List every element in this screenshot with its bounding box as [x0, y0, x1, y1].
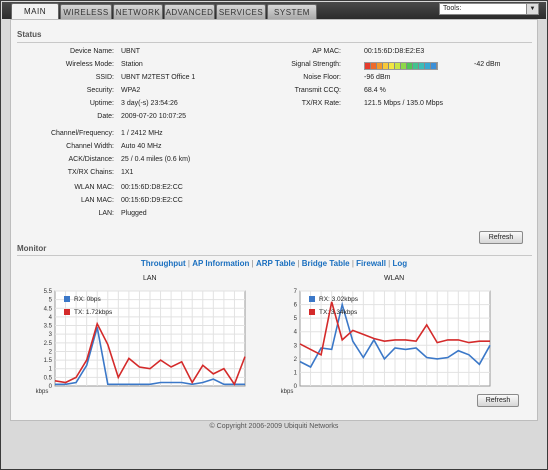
left-value: 00:15:6D:D8:E2:CC [121, 184, 183, 191]
legend-swatch [309, 309, 315, 315]
chevron-down-icon: ▼ [526, 4, 538, 14]
y-tick-label: 0 [294, 384, 298, 390]
y-tick-label: 0 [49, 384, 53, 390]
left-label: Wireless Mode: [65, 61, 114, 68]
y-tick-label: 3 [294, 343, 298, 349]
y-tick-label: 7 [294, 289, 298, 295]
tab-system[interactable]: SYSTEM [267, 4, 317, 19]
left-value: WPA2 [121, 87, 141, 94]
left-value: 1 / 2412 MHz [121, 130, 163, 137]
left-label: Security: [86, 87, 114, 94]
left-value: Plugged [121, 210, 147, 217]
left-label: Uptime: [89, 100, 114, 107]
top-nav-bar: MAIN WIRELESS NETWORK ADVANCED SERVICES … [2, 2, 546, 20]
y-tick-label: 6 [294, 303, 298, 309]
wlan-chart-title: WLAN [384, 275, 405, 282]
left-label: Channel/Frequency: [50, 130, 114, 137]
right-label: Noise Floor: [303, 74, 341, 81]
tab-network[interactable]: NETWORK [113, 4, 163, 19]
legend-label: TX: 3.34kbps [319, 309, 358, 316]
link-firewall[interactable]: Firewall [356, 259, 386, 268]
tab-wireless[interactable]: WIRELESS [60, 4, 112, 19]
y-tick-label: 0.5 [44, 375, 53, 381]
signal-strength-bar [364, 62, 438, 70]
right-value: 68.4 % [364, 87, 386, 94]
tab-main[interactable]: MAIN [11, 3, 59, 20]
legend-label: TX: 1.72kbps [74, 309, 113, 316]
lan-chart-title: LAN [143, 275, 157, 282]
left-label: LAN MAC: [80, 197, 114, 204]
status-refresh-button[interactable]: Refresh [479, 231, 523, 244]
monitor-refresh-button[interactable]: Refresh [477, 394, 519, 407]
y-tick-label: 5 [49, 298, 53, 304]
right-label: Signal Strength: [291, 61, 341, 68]
y-axis-label: kbps [36, 389, 49, 395]
link-log[interactable]: Log [392, 259, 407, 268]
y-tick-label: 3 [49, 332, 53, 338]
monitor-section-title: Monitor [17, 244, 47, 253]
y-tick-label: 1 [49, 367, 53, 373]
left-label: WLAN MAC: [74, 184, 114, 191]
status-divider [17, 42, 532, 43]
y-tick-label: 1.5 [44, 358, 53, 364]
y-tick-label: 5 [294, 316, 298, 322]
window-frame: MAIN WIRELESS NETWORK ADVANCED SERVICES … [0, 0, 548, 470]
left-value: 2009-07-20 10:07:25 [121, 113, 186, 120]
y-tick-label: 3.5 [44, 324, 53, 330]
legend-swatch [309, 296, 315, 302]
left-value: UBNT M2TEST Office 1 [121, 74, 196, 81]
right-label: TX/RX Rate: [301, 100, 341, 107]
link-bridge-table[interactable]: Bridge Table [302, 259, 350, 268]
legend-label: RX: 3.02kbps [319, 296, 359, 303]
y-tick-label: 4 [49, 315, 53, 321]
lan-throughput-chart: 0 0.5 1 1.5 2 2.5 3 3.5 4 4.5 5 5.5 kbps RX: 0bps TX: … [36, 289, 246, 395]
y-tick-label: 2.5 [44, 341, 53, 347]
tools-label: Tools: [443, 5, 462, 12]
left-label: ACK/Distance: [68, 156, 114, 163]
wlan-throughput-chart: 0 1 2 3 4 5 6 7 kbps RX: 3.02kbps TX: 3.34kbps [281, 289, 491, 395]
link-throughput[interactable]: Throughput [141, 259, 186, 268]
y-tick-label: 5.5 [44, 289, 53, 295]
left-label: Date: [97, 113, 114, 120]
tab-services[interactable]: SERVICES [216, 4, 266, 19]
main-panel: Status Device Name: UBNT Wireless Mode: Sta… [10, 19, 538, 421]
y-tick-label: 4.5 [44, 306, 53, 312]
left-label: Device Name: [70, 48, 114, 55]
right-label: Transmit CCQ: [294, 87, 341, 94]
right-value: 121.5 Mbps / 135.0 Mbps [364, 100, 443, 107]
monitor-divider [17, 255, 532, 256]
left-value: UBNT [121, 48, 141, 55]
legend-swatch [64, 296, 70, 302]
signal-segment [431, 63, 437, 69]
left-label: Channel Width: [66, 143, 114, 150]
left-value: 25 / 0.4 miles (0.6 km) [121, 156, 191, 163]
right-value: -42 dBm [474, 61, 501, 68]
left-value: Station [121, 61, 143, 68]
link-arp-table[interactable]: ARP Table [256, 259, 295, 268]
footer-copyright: © Copyright 2006-2009 Ubiquiti Networks [209, 423, 339, 430]
monitor-links: Throughput | AP Information | ARP Table … [140, 259, 408, 268]
left-label: TX/RX Chains: [67, 169, 114, 176]
right-label: AP MAC: [312, 48, 341, 55]
right-value: 00:15:6D:D8:E2:E3 [364, 48, 425, 55]
tab-advanced[interactable]: ADVANCED [164, 4, 215, 19]
left-value: 00:15:6D:D9:E2:CC [121, 197, 183, 204]
legend-label: RX: 0bps [74, 296, 101, 303]
y-tick-label: 1 [294, 370, 298, 376]
left-label: SSID: [95, 74, 114, 81]
y-tick-label: 2 [294, 357, 298, 363]
link-ap-information[interactable]: AP Information [192, 259, 249, 268]
left-label: LAN: [98, 210, 114, 217]
y-axis-label: kbps [281, 389, 294, 395]
left-value: 1X1 [121, 169, 134, 176]
tools-dropdown[interactable]: Tools: ▼ [439, 3, 539, 15]
left-value: 3 day(-s) 23:54:26 [121, 100, 178, 107]
status-section-title: Status [17, 30, 42, 39]
right-value: -96 dBm [364, 74, 391, 81]
y-tick-label: 2 [49, 349, 53, 355]
legend-swatch [64, 309, 70, 315]
y-tick-label: 4 [294, 330, 298, 336]
left-value: Auto 40 MHz [121, 143, 162, 150]
